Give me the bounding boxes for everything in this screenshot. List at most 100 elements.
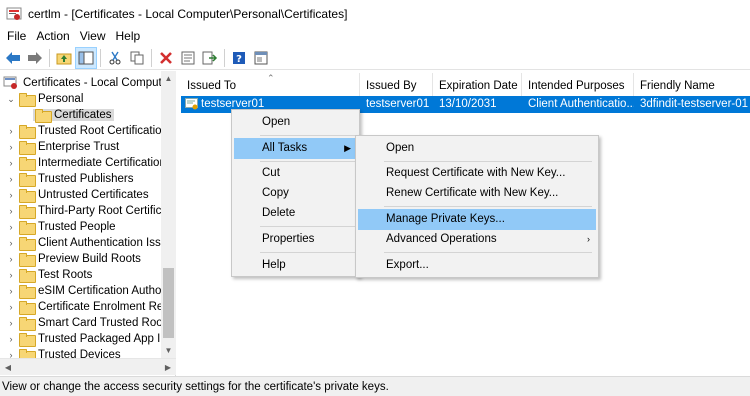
copy-icon[interactable] [126,47,148,69]
delete-icon[interactable] [155,47,177,69]
tree-item-label: Personal [38,93,84,105]
chevron-right-icon[interactable]: › [6,302,16,312]
tree-item-label: Intermediate Certification [38,157,166,169]
menu-action[interactable]: Action [31,27,74,46]
tree-item[interactable]: › Certificate Enrolment Req [6,299,170,315]
menu-help[interactable]: Help [111,27,146,46]
folder-icon [19,317,36,331]
submenu-item-open[interactable]: Open [358,138,596,159]
tree-item-label: eSIM Certification Authori [38,285,168,297]
folder-icon [19,141,36,155]
tree-item[interactable]: › Enterprise Trust [6,139,119,155]
menu-item-delete[interactable]: Delete [234,203,357,224]
back-arrow-icon[interactable] [2,47,24,69]
console-icon[interactable] [250,47,272,69]
chevron-down-icon[interactable]: ⌄ [6,94,16,104]
submenu-item-manage-private-keys[interactable]: Manage Private Keys... [358,209,596,230]
cell-intended-purposes: Client Authenticatio... [528,98,634,110]
help-icon[interactable]: ? [228,47,250,69]
chevron-right-icon[interactable]: › [6,174,16,184]
menu-item-label: All Tasks [262,142,308,154]
list-header: ⌃ Issued To Issued By Expiration Date In… [181,73,750,97]
column-friendly-name[interactable]: Friendly Name [634,73,750,97]
chevron-right-icon[interactable]: › [6,270,16,280]
chevron-right-icon[interactable]: › [6,318,16,328]
column-expiration-date[interactable]: Expiration Date [433,73,522,97]
tree-item[interactable]: › Test Roots [6,267,92,283]
tree-item-personal[interactable]: ⌄ Personal [6,91,83,107]
folder-icon [19,253,36,267]
tree-item[interactable]: › Preview Build Roots [6,251,141,267]
chevron-right-icon[interactable]: › [6,158,16,168]
menu-file[interactable]: File [2,27,31,46]
folder-icon [19,333,36,347]
menu-separator [260,135,355,136]
submenu-item-export[interactable]: Export... [358,255,596,276]
tree-item-certificates[interactable]: Certificates [33,107,114,123]
tree-item-label: Third-Party Root Certificat [38,205,171,217]
tree-item[interactable]: › Trusted People [6,219,116,235]
chevron-right-icon[interactable]: › [6,334,16,344]
menu-separator [260,226,355,227]
console-tree: Certificates - Local Computer ⌄ Personal… [0,71,176,376]
folder-icon [19,173,36,187]
chevron-right-icon[interactable]: › [6,238,16,248]
folder-icon [19,237,36,251]
toolbar: ? [0,46,750,70]
menu-item-open[interactable]: Open [234,112,357,133]
tree-item-label: Certificates [54,109,112,121]
chevron-right-icon[interactable]: › [6,206,16,216]
tree-item[interactable]: › eSIM Certification Authori [6,283,168,299]
menu-separator [384,252,592,253]
column-intended-purposes[interactable]: Intended Purposes [522,73,634,97]
tree-item[interactable]: › Client Authentication Issu [6,235,167,251]
submenu-item-request-new-key[interactable]: Request Certificate with New Key... [358,163,596,184]
sort-ascending-icon: ⌃ [267,73,275,83]
tree-item-label: Preview Build Roots [38,253,141,265]
column-issued-by[interactable]: Issued By [360,73,433,97]
tree-item[interactable]: › Intermediate Certification [6,155,166,171]
chevron-right-icon[interactable]: › [6,286,16,296]
menu-item-cut[interactable]: Cut [234,163,357,184]
menu-separator [384,161,592,162]
chevron-right-icon[interactable]: › [6,190,16,200]
tree-item[interactable]: › Untrusted Certificates [6,187,149,203]
folder-icon [19,269,36,283]
forward-arrow-icon[interactable] [24,47,46,69]
folder-open-icon [19,93,36,107]
tree-item[interactable]: › Trusted Publishers [6,171,133,187]
menu-item-help[interactable]: Help [234,255,357,276]
tree-item[interactable]: › Smart Card Trusted Roots [6,315,172,331]
menu-item-all-tasks[interactable]: All Tasks ▶ [234,138,357,159]
all-tasks-submenu: Open Request Certificate with New Key...… [355,135,599,278]
menu-item-properties[interactable]: Properties [234,229,357,250]
tree-vertical-scrollbar[interactable]: ▲ ▼ [161,71,176,358]
scroll-down-icon[interactable]: ▼ [161,343,176,358]
tree-item[interactable]: › Trusted Packaged App Inst [6,331,175,347]
export-icon[interactable] [199,47,221,69]
chevron-right-icon[interactable]: › [6,126,16,136]
tree-item[interactable]: › Trusted Root Certification [6,123,168,139]
menu-item-copy[interactable]: Copy [234,183,357,204]
folder-icon [19,205,36,219]
properties-icon[interactable] [177,47,199,69]
submenu-item-advanced-operations[interactable]: Advanced Operations › [358,229,596,250]
tree-root[interactable]: Certificates - Local Computer [3,75,172,91]
up-folder-icon[interactable] [53,47,75,69]
cell-expiration-date: 13/10/2031 [439,98,497,110]
tree-horizontal-scrollbar[interactable]: ◀ ▶ [0,358,176,375]
menu-view[interactable]: View [75,27,111,46]
chevron-right-icon[interactable]: › [6,254,16,264]
submenu-item-renew-new-key[interactable]: Renew Certificate with New Key... [358,183,596,204]
menu-separator [384,206,592,207]
cut-icon[interactable] [104,47,126,69]
column-issued-to[interactable]: ⌃ Issued To [181,73,360,97]
chevron-right-icon[interactable]: › [6,142,16,152]
scroll-up-icon[interactable]: ▲ [161,71,176,86]
show-hide-tree-icon[interactable] [75,46,97,69]
scroll-thumb[interactable] [163,268,174,338]
scroll-left-icon[interactable]: ◀ [0,359,16,376]
scroll-right-icon[interactable]: ▶ [160,359,176,376]
chevron-right-icon[interactable]: › [6,222,16,232]
tree-item[interactable]: › Third-Party Root Certificat [6,203,171,219]
